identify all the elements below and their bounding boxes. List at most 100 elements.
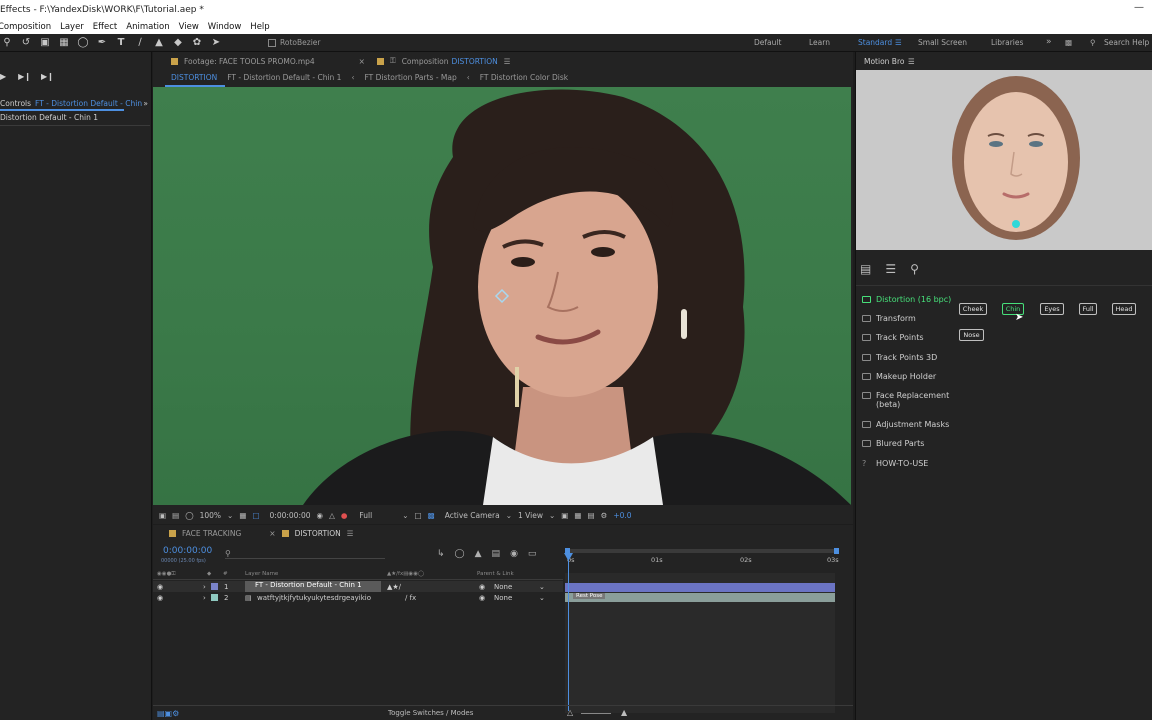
preset-full-button[interactable]: Full — [1079, 303, 1097, 315]
minimize-icon[interactable]: — — [1134, 2, 1144, 13]
eraser-icon[interactable]: ◆ — [171, 36, 185, 50]
menu-window[interactable]: Window — [208, 22, 242, 32]
chevron-down-icon[interactable]: ⌄ — [402, 511, 408, 520]
toggle-pixel-icon[interactable]: ▣ — [561, 511, 568, 520]
chevron-down-icon[interactable]: ⌄ — [549, 511, 555, 520]
pen-icon[interactable]: ✒ — [95, 36, 109, 50]
composition-viewer[interactable] — [153, 87, 851, 505]
chevron-down-icon[interactable]: ⌄ — [227, 511, 233, 520]
always-preview-icon[interactable]: ▣ — [159, 511, 166, 520]
resolution-select[interactable]: Full — [359, 511, 372, 520]
playhead[interactable] — [568, 551, 569, 711]
menu-layer[interactable]: Layer — [60, 22, 84, 32]
search-icon[interactable]: ⚲ — [0, 36, 14, 50]
stamp-icon[interactable]: ▲ — [152, 36, 166, 50]
table-row[interactable]: ◉ › 1 FT - Distortion Default - Chin 1 ▲… — [153, 581, 563, 592]
breadcrumb-distortion[interactable]: DISTORTION — [171, 73, 217, 82]
parent-pickwhip-icon[interactable]: ◉ — [479, 594, 485, 602]
workspace-layout-icon[interactable]: ▩ — [1065, 38, 1072, 47]
zoom-slider[interactable] — [581, 713, 611, 714]
comp-tab-name[interactable]: DISTORTION — [452, 57, 498, 66]
comp-tab-prefix[interactable]: Composition — [402, 57, 449, 66]
roto-brush-icon[interactable]: ✿ — [190, 36, 204, 50]
menu-view[interactable]: View — [179, 22, 199, 32]
layer-name[interactable]: FT - Distortion Default - Chin 1 — [245, 581, 381, 592]
preset-eyes-button[interactable]: Eyes — [1040, 303, 1064, 315]
workspace-menu-icon[interactable]: ☰ — [895, 38, 902, 47]
panel-more-icon[interactable]: » — [143, 99, 148, 108]
parent-select[interactable]: None — [494, 583, 512, 591]
draft-3d-icon[interactable]: ◯ — [455, 549, 465, 559]
eye-icon[interactable]: ◉ — [157, 583, 163, 591]
chevron-down-icon[interactable]: ⌄ — [506, 511, 512, 520]
workspace-more-icon[interactable]: » — [1046, 37, 1052, 47]
time-ruler[interactable]: 0s 01s 02s 03s — [565, 548, 839, 571]
zoom-select[interactable]: 100% — [200, 511, 221, 520]
frame-blend-icon[interactable]: ▤ — [492, 549, 501, 559]
preset-head-button[interactable]: Head — [1112, 303, 1136, 315]
rotate-icon[interactable]: ↺ — [19, 36, 33, 50]
search-icon[interactable]: ⚲ — [910, 262, 919, 276]
col-layer-name[interactable]: Layer Name — [245, 571, 278, 577]
menu-composition[interactable]: Composition — [0, 22, 51, 32]
graph-editor-icon[interactable]: ▭ — [528, 549, 537, 559]
label-color-swatch[interactable] — [211, 583, 218, 590]
menu-effect[interactable]: Effect — [93, 22, 117, 32]
layout-icon[interactable]: ▦ — [574, 511, 581, 520]
motion-blur-icon[interactable]: ◉ — [510, 549, 518, 559]
folder-icon[interactable]: ▤ — [860, 262, 871, 276]
footage-tab[interactable]: Footage: FACE TOOLS PROMO.mp4 — [184, 57, 315, 66]
zoom-out-icon[interactable]: △ — [567, 708, 573, 717]
work-area-bar[interactable] — [565, 549, 839, 553]
layer-search-input[interactable]: ⚲ — [225, 549, 385, 559]
category-face-replacement[interactable]: Face Replacement (beta) — [862, 391, 952, 409]
lock-icon[interactable]: ⚿ — [390, 56, 396, 66]
layer-switches[interactable]: ∕ fx — [405, 594, 416, 602]
search-help-icon[interactable]: ⚲ — [1090, 38, 1096, 47]
snapshot-icon[interactable]: ◉ — [317, 511, 324, 520]
roi-icon[interactable]: □ — [415, 511, 422, 520]
transparency-grid-icon[interactable]: ▩ — [428, 511, 435, 520]
tab-face-tracking[interactable]: FACE TRACKING — [182, 529, 241, 538]
layer-bar-2[interactable] — [565, 593, 835, 602]
category-makeup-holder[interactable]: Makeup Holder — [862, 372, 936, 381]
workspace-learn[interactable]: Learn — [809, 38, 830, 47]
layer-switches[interactable]: ▲★∕ — [387, 583, 401, 591]
chevron-down-icon[interactable]: ⌄ — [539, 583, 545, 591]
mask-icon[interactable]: ◯ — [185, 511, 193, 520]
effect-controls-tab[interactable]: Controls FT - Distortion Default - Chin … — [0, 97, 152, 109]
exposure-value[interactable]: +0.0 — [613, 511, 631, 520]
current-time[interactable]: 0:00:00:00 — [270, 511, 311, 520]
layer-name[interactable]: watftyjtkjfytukyukytesdrgeayikio — [257, 594, 371, 602]
close-tab-icon[interactable]: × — [359, 57, 365, 66]
shy-icon[interactable]: ▲ — [475, 549, 482, 559]
workspace-small-screen[interactable]: Small Screen — [918, 38, 967, 47]
chevron-down-icon[interactable]: ⌄ — [539, 594, 545, 602]
table-row[interactable]: ◉ › 2 ▤ watftyjtkjfytukyukytesdrgeayikio… — [153, 592, 563, 603]
footer-switch-icons[interactable]: ▤▣⚙ — [157, 709, 179, 718]
grid-icon[interactable]: ▦ — [239, 511, 246, 520]
flowchart-icon[interactable]: ▤ — [587, 511, 594, 520]
camera-icon[interactable]: ▣ — [38, 36, 52, 50]
pin-icon[interactable]: ➤ — [209, 36, 223, 50]
tab-menu-icon[interactable]: ☰ — [347, 529, 354, 538]
sliders-icon[interactable]: ☰ — [885, 262, 896, 276]
menu-help[interactable]: Help — [250, 22, 269, 32]
label-color-swatch[interactable] — [211, 594, 218, 601]
ellipse-icon[interactable]: ◯ — [76, 36, 90, 50]
preset-cheek-button[interactable]: Cheek — [959, 303, 987, 315]
menu-animation[interactable]: Animation — [126, 22, 169, 32]
camera-select[interactable]: Active Camera — [445, 511, 500, 520]
brush-icon[interactable]: ∕ — [133, 36, 147, 50]
workspace-default[interactable]: Default — [754, 38, 781, 47]
tab-menu-icon[interactable]: ☰ — [504, 57, 511, 66]
show-snapshot-icon[interactable]: △ — [329, 511, 335, 520]
marker-rest-pose[interactable]: Rest Pose — [573, 593, 606, 599]
work-area-end-handle[interactable] — [834, 548, 839, 554]
comp-flow-icon[interactable]: ↳ — [437, 549, 445, 559]
pan-behind-icon[interactable]: ▦ — [57, 36, 71, 50]
exposure-icon[interactable]: ⚙ — [601, 511, 608, 520]
last-frame-icon[interactable]: ▶❙ — [41, 72, 54, 81]
parent-pickwhip-icon[interactable]: ◉ — [479, 583, 485, 591]
tab-distortion[interactable]: DISTORTION — [295, 529, 341, 538]
